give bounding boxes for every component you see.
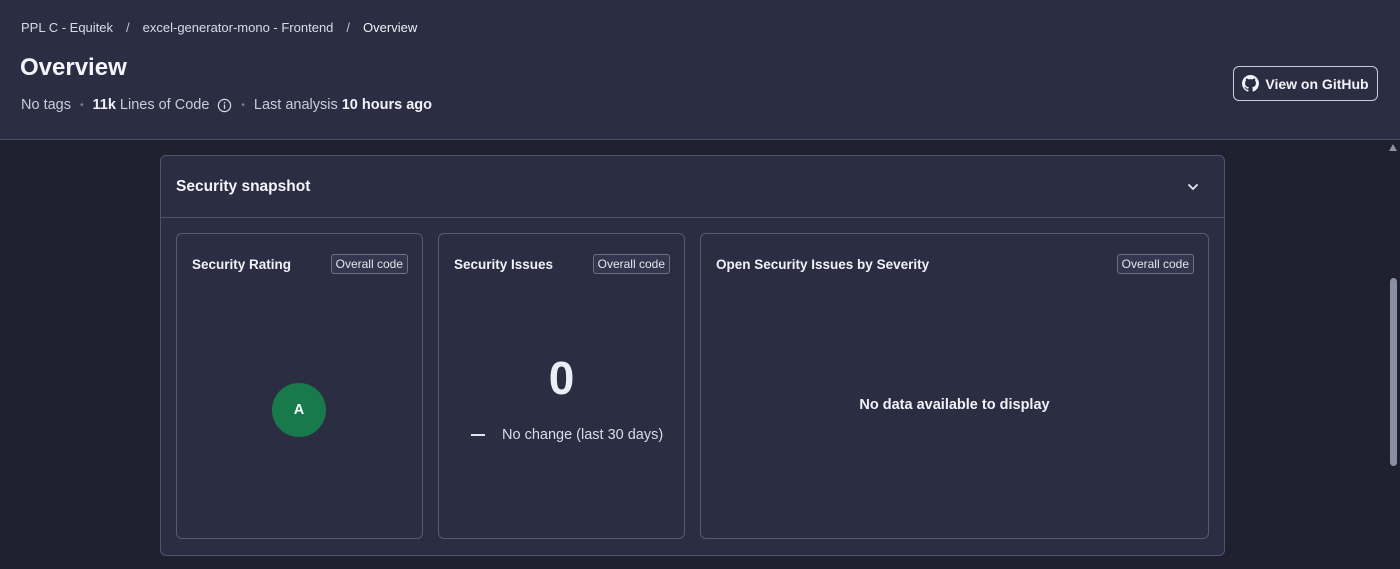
issues-change-text: No change (last 30 days) xyxy=(502,427,664,443)
security-snapshot-header[interactable]: Security snapshot xyxy=(161,156,1224,218)
breadcrumb-org[interactable]: PPL C - Equitek xyxy=(21,20,113,35)
scroll-up-icon[interactable] xyxy=(1389,144,1397,151)
page-header: PPL C - Equitek / excel-generator-mono -… xyxy=(0,0,1400,140)
security-issues-count[interactable]: 0 xyxy=(439,351,684,405)
breadcrumb-project[interactable]: excel-generator-mono - Frontend xyxy=(143,20,334,35)
view-on-github-button[interactable]: View on GitHub xyxy=(1233,66,1378,101)
security-issues-title: Security Issues xyxy=(454,257,554,272)
github-button-label: View on GitHub xyxy=(1265,75,1369,92)
analysis-label: Last analysis xyxy=(253,97,338,113)
breadcrumb-separator: / xyxy=(126,20,130,35)
overall-code-badge: Overall code xyxy=(1116,254,1194,274)
security-snapshot-title: Security snapshot xyxy=(176,177,311,195)
overall-code-badge: Overall code xyxy=(592,254,670,274)
severity-card: Open Security Issues by Severity Overall… xyxy=(700,233,1209,539)
chevron-down-icon[interactable] xyxy=(1186,180,1200,194)
no-data-message: No data available to display xyxy=(859,397,1050,413)
analysis-value: 10 hours ago xyxy=(341,97,432,113)
tags-text: No tags xyxy=(21,97,71,113)
scrollbar[interactable] xyxy=(1386,141,1400,569)
security-rating-title: Security Rating xyxy=(192,257,292,272)
overall-code-badge: Overall code xyxy=(330,254,408,274)
info-icon[interactable] xyxy=(217,98,232,113)
loc-label: Lines of Code xyxy=(119,97,210,113)
severity-title: Open Security Issues by Severity xyxy=(716,257,930,272)
github-icon xyxy=(1242,75,1260,92)
loc-value: 11k xyxy=(92,97,116,113)
issues-change: No change (last 30 days) xyxy=(471,427,663,443)
no-change-dash-icon xyxy=(471,434,485,436)
project-meta: No tags • 11k Lines of Code • Last analy… xyxy=(21,97,432,113)
security-rating-grade[interactable]: A xyxy=(272,383,326,437)
scrollbar-thumb[interactable] xyxy=(1390,278,1397,466)
meta-separator: • xyxy=(241,99,245,111)
security-issues-card: Security Issues Overall code 0 No change… xyxy=(438,233,685,539)
meta-separator: • xyxy=(79,99,84,111)
breadcrumb: PPL C - Equitek / excel-generator-mono -… xyxy=(21,20,417,35)
security-rating-card: Security Rating Overall code A xyxy=(176,233,423,539)
breadcrumb-separator: / xyxy=(346,20,351,35)
security-snapshot-panel: Security snapshot Security Rating Overal… xyxy=(160,155,1225,556)
page-title: Overview xyxy=(20,54,127,81)
breadcrumb-current: Overview xyxy=(363,20,418,35)
